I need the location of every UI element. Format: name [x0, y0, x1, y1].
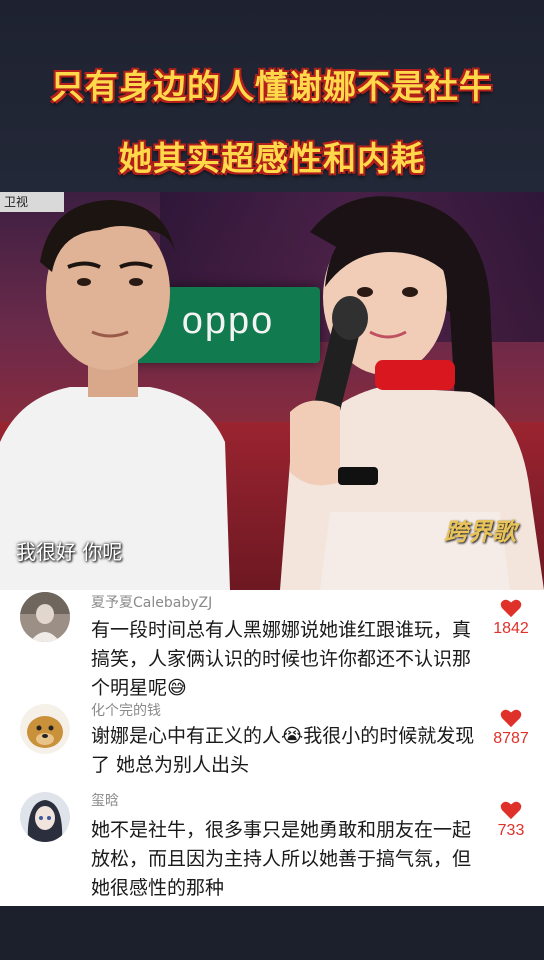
share-icon[interactable]	[480, 864, 524, 908]
video-subtitle: 我很好 你呢	[16, 540, 123, 564]
heart-icon	[500, 709, 522, 728]
like-button[interactable]: 733	[486, 800, 536, 840]
comment-text: 有一段时间总有人黑娜娜说她谁红跟谁玩，真搞笑，人家俩认识的时候也许你都还不认识那…	[91, 619, 472, 699]
like-button[interactable]: 1842	[486, 598, 536, 638]
headline-line-2: 她其实超感性和内耗	[119, 139, 425, 178]
comment-item: 化个完的钱 谢娜是心中有正义的人😭我很小的时候就发现了 她总为别人出头 8787	[0, 700, 544, 790]
title-banner: 只有身边的人懂谢娜不是社牛 她其实超感性和内耗	[0, 0, 544, 192]
man-figure	[0, 200, 230, 590]
show-watermark: 跨界歌	[444, 518, 516, 546]
comment-text: 谢娜是心中有正义的人😭我很小的时候就发现了 她总为别人出头	[91, 725, 475, 776]
comment-item: 夏予夏CalebabyZJ 有一段时间总有人黑娜娜说她谁红跟谁玩，真搞笑，人家俩…	[0, 590, 544, 700]
like-count: 733	[497, 822, 525, 839]
like-count: 8787	[493, 730, 529, 747]
comment-panel: 夏予夏CalebabyZJ 有一段时间总有人黑娜娜说她谁红跟谁玩，真搞笑，人家俩…	[0, 590, 544, 906]
video-frame[interactable]: oppo 卫视 我很好 你呢 跨界歌	[0, 192, 544, 590]
comment-author[interactable]: 玺晗	[91, 790, 119, 810]
heart-icon	[500, 801, 522, 820]
heart-icon	[500, 599, 522, 618]
comment-text: 她不是社牛，很多事只是她勇敢和朋友在一起放松，而且因为主持人所以她善于搞气氛，但…	[91, 819, 472, 899]
comment-item: 玺晗 她不是社牛，很多事只是她勇敢和朋友在一起放松，而且因为主持人所以她善于搞气…	[0, 790, 544, 906]
comment-author[interactable]: 化个完的钱	[91, 700, 161, 720]
comment-author[interactable]: 夏予夏CalebabyZJ	[91, 592, 212, 612]
like-button[interactable]: 8787	[486, 708, 536, 748]
avatar[interactable]	[20, 792, 70, 842]
like-count: 1842	[493, 620, 529, 637]
avatar[interactable]	[20, 704, 70, 754]
bottom-bar	[0, 906, 544, 960]
avatar[interactable]	[20, 592, 70, 642]
headline-line-1: 只有身边的人懂谢娜不是社牛	[51, 67, 493, 106]
